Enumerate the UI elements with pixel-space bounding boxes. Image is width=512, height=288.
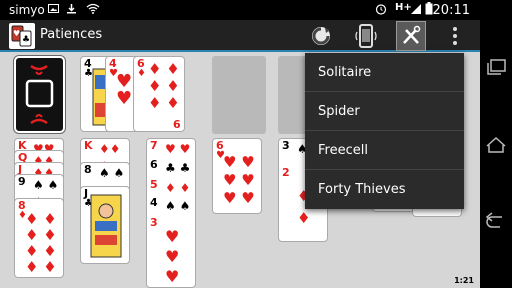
app-title: Patiences bbox=[40, 27, 103, 42]
card-pips: ♦ ♦ ♦ ♦ ♦ ♦ ♦ ♦ bbox=[25, 210, 57, 276]
overflow-menu-icon bbox=[453, 27, 457, 45]
card-rank: 6 bbox=[150, 158, 158, 171]
card-rank: 9 bbox=[18, 175, 26, 188]
clock-time: 20:11 bbox=[432, 3, 470, 18]
card-rank: 3 bbox=[150, 216, 158, 229]
card-rank: 4 bbox=[150, 196, 158, 209]
refresh-icon bbox=[312, 27, 330, 45]
alarm-icon bbox=[375, 4, 387, 15]
card-rank: 5 bbox=[150, 178, 158, 191]
game-type-menu: Solitaire Spider Freecell Forty Thieves bbox=[305, 53, 464, 209]
card-pips: ♠ ♠ bbox=[99, 166, 125, 180]
svg-text:♣: ♣ bbox=[22, 35, 30, 45]
waste-card-top[interactable]: 6 ♦ ♦ ♦ ♦ ♦ ♦ ♦ 9 bbox=[133, 56, 185, 132]
menu-item-forty-thieves[interactable]: Forty Thieves bbox=[305, 170, 464, 209]
card-pips: ♥ ♥ bbox=[165, 142, 191, 156]
card-rank: 3 bbox=[282, 139, 290, 152]
card-back-icon bbox=[25, 64, 54, 125]
card-rank: K bbox=[84, 139, 93, 152]
card-pips: ♥ ♥ ♥ ♥ ♥ ♥ bbox=[223, 153, 255, 207]
menu-item-spider[interactable]: Spider bbox=[305, 92, 464, 131]
orientation-button[interactable] bbox=[350, 20, 382, 52]
tableau-card[interactable]: 7 ♥ ♥ 6 ♣ ♣ 5 ♦ ♦ 4 ♠ ♠ 3 ♥ ♥ ♥ bbox=[146, 138, 196, 288]
restart-button[interactable] bbox=[305, 20, 337, 52]
back-button[interactable] bbox=[482, 208, 510, 236]
menu-item-label: Solitaire bbox=[318, 65, 372, 80]
recent-apps-button[interactable] bbox=[482, 52, 510, 80]
card-pips: ♥♥♥ bbox=[165, 227, 180, 286]
card-pips: ♦ ♦ bbox=[165, 181, 191, 195]
download-icon bbox=[67, 4, 76, 14]
foundation-slot[interactable] bbox=[212, 56, 266, 134]
card-rank: 8 bbox=[84, 163, 92, 176]
tableau-card-top[interactable]: 6 ♥ ♥ ♥ ♥ ♥ ♥ ♥ bbox=[212, 138, 262, 214]
status-bar: simyo H+ 20:11 bbox=[0, 0, 480, 20]
menu-item-solitaire[interactable]: Solitaire bbox=[305, 53, 464, 92]
navigation-bar bbox=[480, 0, 512, 288]
menu-item-label: Forty Thieves bbox=[318, 182, 406, 197]
menu-item-label: Freecell bbox=[318, 143, 368, 158]
card-rank-bottom: 9 bbox=[173, 117, 181, 130]
wifi-icon bbox=[86, 3, 100, 14]
carrier-name: simyo bbox=[9, 3, 45, 17]
jack-face-icon bbox=[90, 194, 122, 258]
card-rank: 7 bbox=[150, 139, 158, 152]
card-pips: ♠ ♠ bbox=[165, 199, 191, 213]
signal-icon bbox=[411, 4, 421, 14]
tools-icon bbox=[403, 25, 421, 44]
action-bar: ♣ ♥ Patiences bbox=[0, 20, 480, 52]
card-suit: ♦ bbox=[137, 68, 146, 79]
recent-apps-icon bbox=[487, 59, 506, 75]
card-pips: ♣ ♣ bbox=[165, 161, 191, 175]
tableau-card-top[interactable]: 8 ♦ ♦ ♦ ♦ ♦ ♦ ♦ ♦ ♦ bbox=[14, 198, 64, 278]
menu-item-label: Spider bbox=[318, 104, 360, 119]
card-pips: ♦ ♦ ♦ ♦ ♦ ♦ bbox=[148, 60, 180, 112]
back-icon bbox=[485, 212, 502, 228]
image-icon bbox=[48, 4, 59, 13]
home-icon bbox=[486, 136, 506, 153]
svg-text:♥: ♥ bbox=[13, 29, 20, 38]
game-timer: 1:21 bbox=[454, 276, 474, 285]
home-button[interactable] bbox=[482, 130, 510, 158]
overflow-menu-button[interactable] bbox=[440, 20, 470, 52]
card-rank: 2 bbox=[282, 166, 290, 179]
menu-item-freecell[interactable]: Freecell bbox=[305, 131, 464, 170]
tableau-card-top[interactable]: J ♣ bbox=[80, 186, 130, 264]
phone-rotate-icon bbox=[355, 24, 377, 48]
cards-logo-icon: ♣ ♥ bbox=[11, 25, 32, 47]
stock-deck[interactable] bbox=[14, 56, 65, 133]
tools-button[interactable] bbox=[396, 21, 426, 51]
screen: simyo H+ 20:11 ♣ ♥ Patiences 4 ♣ 4 ♥ ♥ ♥… bbox=[0, 0, 480, 288]
app-icon[interactable]: ♣ ♥ bbox=[9, 23, 35, 49]
